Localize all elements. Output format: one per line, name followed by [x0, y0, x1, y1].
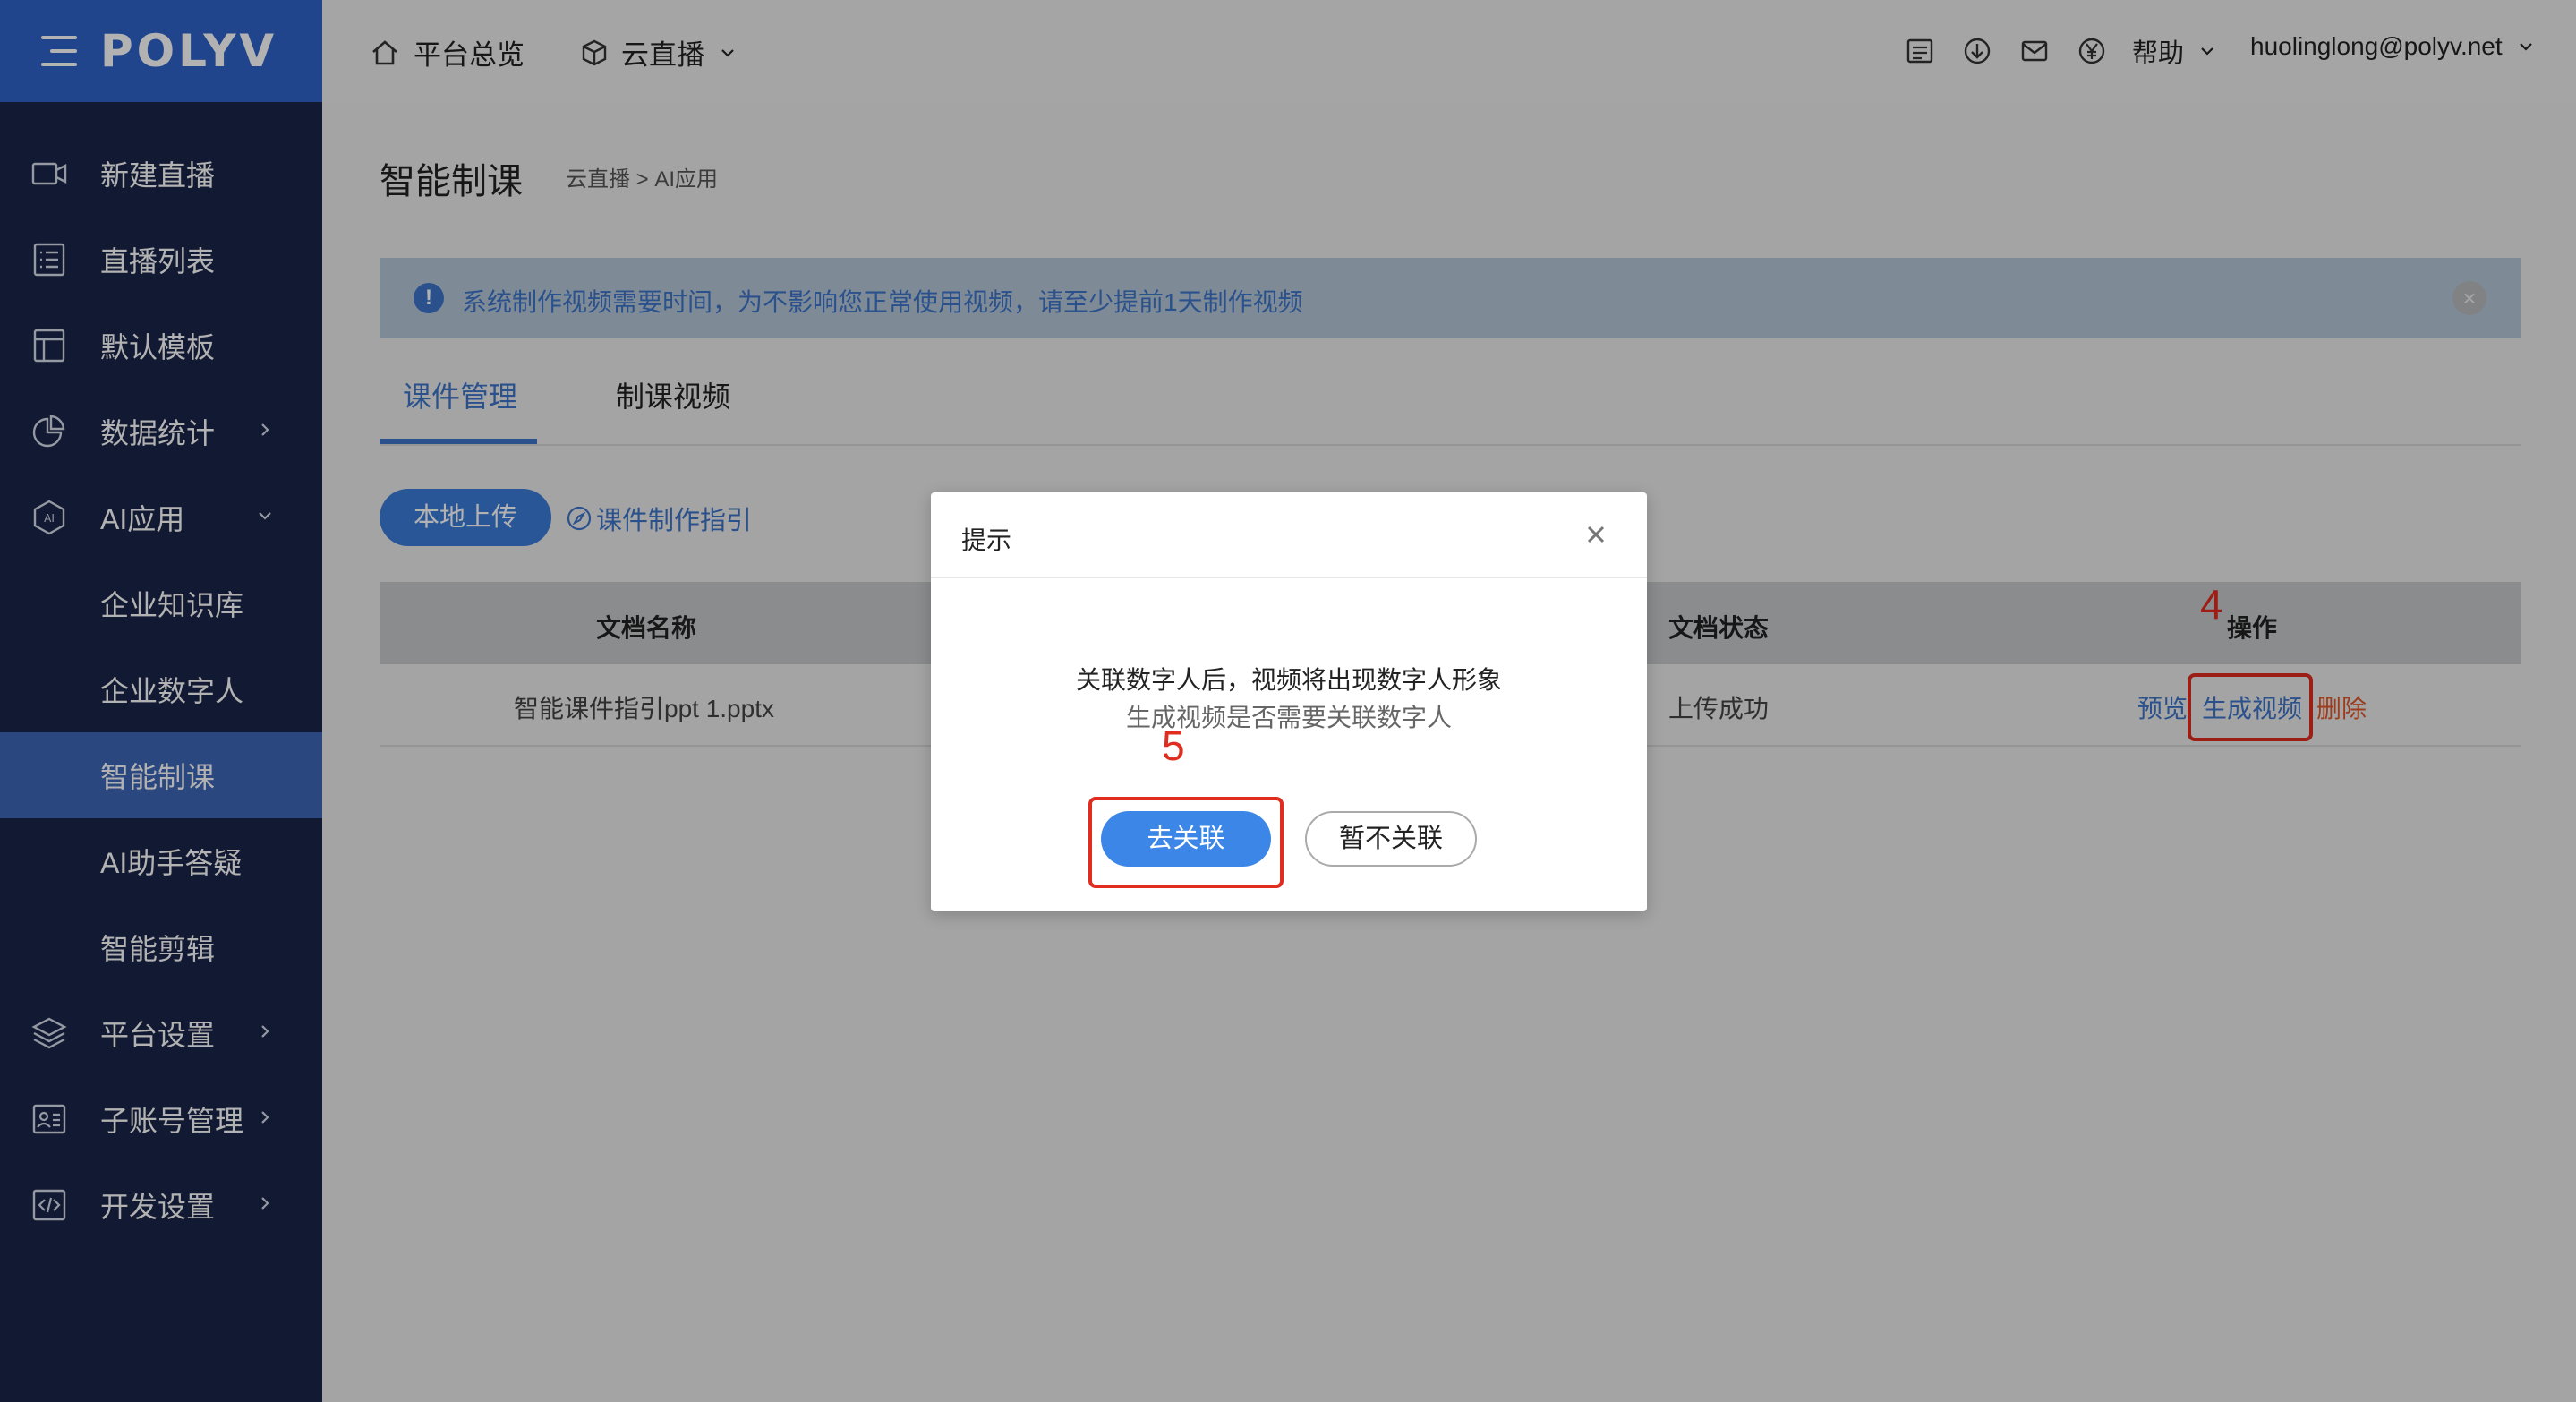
close-icon[interactable] [1581, 519, 1611, 550]
dialog-header: 提示 [931, 492, 1647, 578]
dialog-title: 提示 [961, 526, 1012, 554]
dialog-message: 关联数字人后，视频将出现数字人形象 [1075, 666, 1502, 694]
skip-link-button[interactable]: 暂不关联 [1305, 811, 1477, 867]
annotation-highlight-link [1088, 797, 1284, 888]
dialog-question: 生成视频是否需要关联数字人 [1125, 704, 1452, 731]
annotation-step-5: 5 [1162, 722, 1185, 769]
confirm-dialog: 提示 关联数字人后，视频将出现数字人形象 生成视频是否需要关联数字人 去关联 暂… [931, 492, 1647, 911]
